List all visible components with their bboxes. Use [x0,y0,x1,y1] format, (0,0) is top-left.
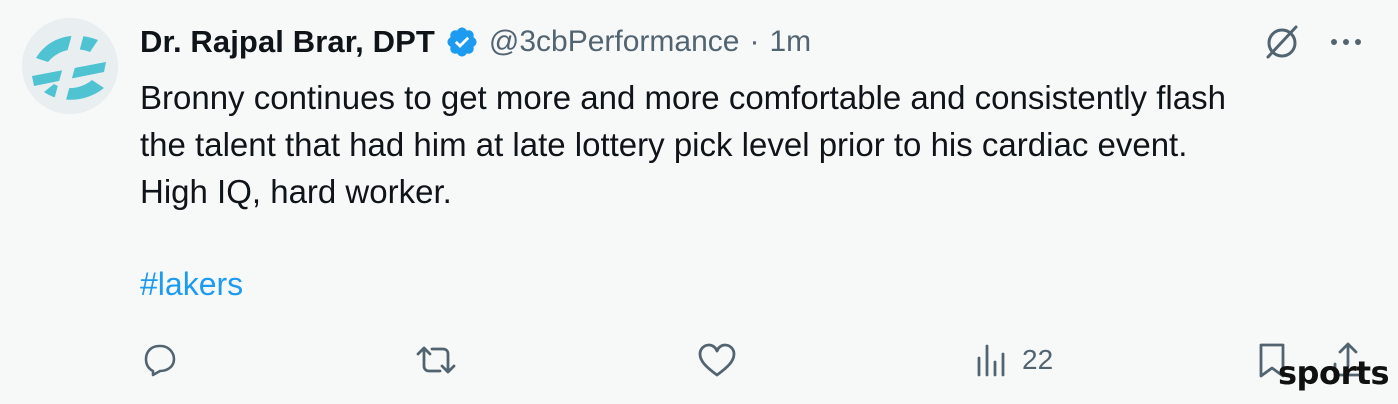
avatar-logo [22,18,118,114]
tweet-header: Dr. Rajpal Brar, DPT @3cbPerformance · 1… [140,22,811,62]
reply-button[interactable] [138,338,178,382]
views-button[interactable]: 22 [974,338,1053,382]
separator-dot: · [749,25,760,58]
views-icon [977,344,1005,377]
watermark-logo: sports [1278,354,1390,392]
tweet-text-line: High IQ, hard worker. [140,173,452,210]
hashtag-link[interactable]: #lakers [140,262,243,306]
like-button[interactable] [696,338,738,382]
tweet-text: Bronny continues to get more and more co… [140,74,1380,215]
retweet-button[interactable] [414,338,458,382]
tweet-card[interactable]: Dr. Rajpal Brar, DPT @3cbPerformance · 1… [0,0,1398,404]
avatar[interactable] [22,18,118,114]
verified-badge-icon [445,25,479,59]
retweet-icon [416,346,456,374]
timestamp[interactable]: 1m [769,25,811,59]
reply-icon [144,344,176,377]
author-handle[interactable]: @3cbPerformance [489,25,740,59]
tweet-text-line: Bronny continues to get more and more co… [140,79,1226,116]
author-name[interactable]: Dr. Rajpal Brar, DPT [140,24,435,60]
like-icon [698,343,736,377]
views-count: 22 [1022,344,1054,375]
grok-icon[interactable] [1262,22,1302,62]
more-icon[interactable] [1326,28,1366,56]
tweet-text-line: the talent that had him at late lottery … [140,126,1188,163]
